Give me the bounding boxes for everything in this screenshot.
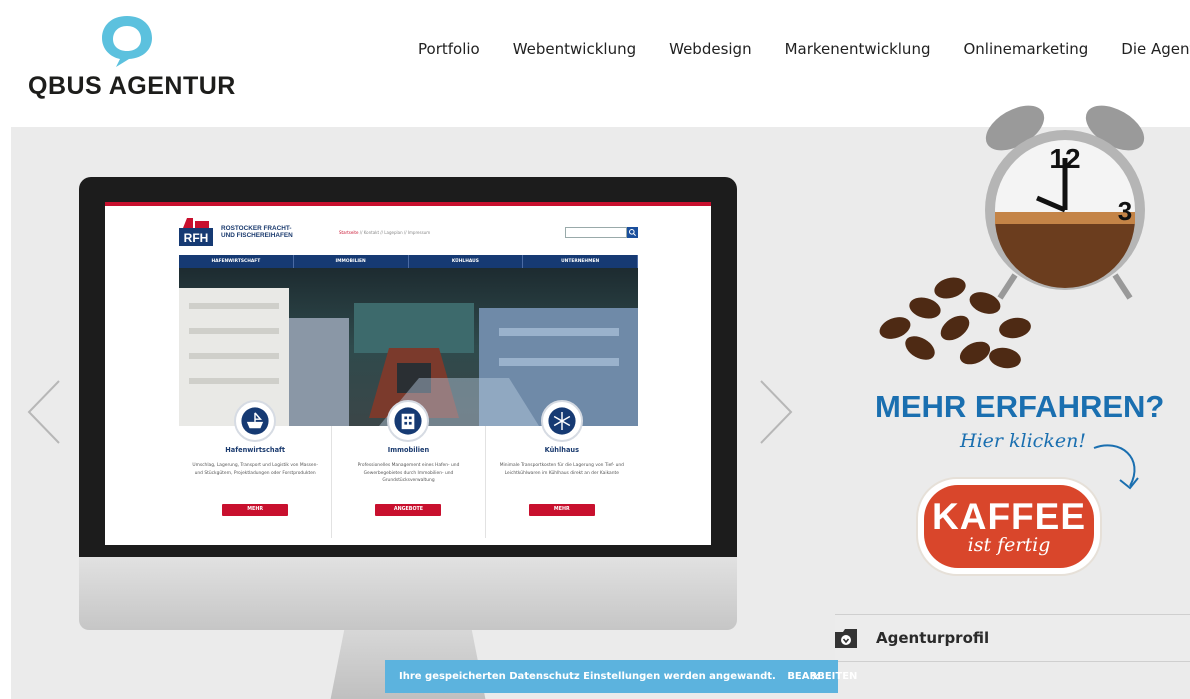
card-title: Kühlhaus xyxy=(544,446,580,454)
nav-webentwicklung[interactable]: Webentwicklung xyxy=(513,40,636,58)
qbus-logo[interactable]: QBUS AGENTUR xyxy=(28,12,238,107)
rfh-link-lageplan[interactable]: Lageplan xyxy=(384,230,402,235)
clock-number-3: 3 xyxy=(1118,196,1132,226)
cookie-close-icon[interactable]: × xyxy=(811,660,820,693)
agenturprofil-bar[interactable]: Agenturprofil xyxy=(835,614,1190,662)
folder-download-icon xyxy=(835,629,857,648)
rfh-menu: HAFENWIRTSCHAFT IMMOBILIEN KÜHLHAUS UNTE… xyxy=(179,255,638,268)
monitor-bezel: RFH ROSTOCKER FRACHT- UND FISCHEREIHAFEN… xyxy=(79,177,737,557)
rfh-name-line1: ROSTOCKER FRACHT- xyxy=(221,225,292,232)
agenturprofil-label: Agenturprofil xyxy=(876,629,990,647)
promo-headline: MEHR ERFAHREN? xyxy=(875,389,1165,424)
rfh-link-kontakt[interactable]: Kontakt xyxy=(364,230,379,235)
cookie-text: Ihre gespeicherten Datenschutz Einstellu… xyxy=(399,671,776,682)
slider-prev-arrow-icon[interactable] xyxy=(25,377,65,447)
nav-die-agentur[interactable]: Die Agentur xyxy=(1121,40,1190,58)
card-title: Immobilien xyxy=(387,446,430,454)
speech-bubble-logo-icon xyxy=(102,16,152,67)
rfh-top-links: Startseite // Kontakt // Lageplan // Imp… xyxy=(339,230,431,235)
monitor-chin xyxy=(79,552,737,630)
nav-webdesign[interactable]: Webdesign xyxy=(669,40,751,58)
rfh-service-cards: Hafenwirtschaft Umschlag, Lagerung, Tran… xyxy=(179,400,638,538)
rfh-top-stripe xyxy=(105,202,711,206)
cookie-edit-link[interactable]: BEARBEITEN xyxy=(787,671,857,682)
rfh-menu-unternehmen[interactable]: UNTERNEHMEN xyxy=(523,255,638,268)
nav-portfolio[interactable]: Portfolio xyxy=(418,40,480,58)
main-nav: Portfolio Webentwicklung Webdesign Marke… xyxy=(418,40,1190,58)
kaffee-subtitle: ist fertig xyxy=(967,534,1051,556)
imac-mockup: RFH ROSTOCKER FRACHT- UND FISCHEREIHAFEN… xyxy=(79,177,737,699)
rfh-menu-hafenwirtschaft[interactable]: HAFENWIRTSCHAFT xyxy=(179,255,294,268)
card-mehr-button[interactable]: MEHR xyxy=(528,504,595,516)
rfh-menu-immobilien[interactable]: IMMOBILIEN xyxy=(294,255,409,268)
kaffee-title: KAFFEE xyxy=(932,496,1086,537)
card-text: Minimale Transportkosten für die Lagerun… xyxy=(499,463,624,476)
rfh-search-input[interactable] xyxy=(565,227,627,238)
coffee-promo[interactable]: 12 3 MEHR ERFAHREN? Hier klicken! xyxy=(835,100,1190,600)
logo-text: QBUS AGENTUR xyxy=(28,72,236,100)
monitor-screen[interactable]: RFH ROSTOCKER FRACHT- UND FISCHEREIHAFEN… xyxy=(105,202,711,545)
building-icon xyxy=(387,400,430,442)
snowflake-icon xyxy=(540,400,583,442)
kaffee-badge[interactable]: KAFFEE ist fertig xyxy=(915,476,1103,577)
promo-subline: Hier klicken! xyxy=(960,430,1086,452)
card-text: Professionelles Management eines Hafen- … xyxy=(357,463,460,484)
ship-icon xyxy=(234,400,277,442)
card-text: Umschlag, Lagerung, Transport und Logist… xyxy=(192,463,318,476)
rfh-logo-icon: RFH xyxy=(179,218,213,246)
rfh-logo-letters: RFH xyxy=(184,231,209,245)
card-title: Hafenwirtschaft xyxy=(225,446,286,454)
rfh-name: ROSTOCKER FRACHT- UND FISCHEREIHAFEN xyxy=(221,225,293,239)
card-mehr-button[interactable]: MEHR xyxy=(222,504,289,516)
rfh-link-startseite[interactable]: Startseite xyxy=(339,230,358,235)
slider-next-arrow-icon[interactable] xyxy=(755,377,795,447)
rfh-search-icon[interactable] xyxy=(627,227,638,238)
card-kuehlhaus: Kühlhaus Minimale Transportkosten für di… xyxy=(486,400,638,538)
card-immobilien: Immobilien Professionelles Management ei… xyxy=(332,400,486,538)
card-hafenwirtschaft: Hafenwirtschaft Umschlag, Lagerung, Tran… xyxy=(179,400,333,538)
rfh-name-line2: UND FISCHEREIHAFEN xyxy=(221,232,293,239)
page: QBUS AGENTUR Portfolio Webentwicklung We… xyxy=(0,0,1190,699)
nav-markenentwicklung[interactable]: Markenentwicklung xyxy=(785,40,931,58)
card-angebote-button[interactable]: ANGEBOTE xyxy=(375,504,442,516)
coffee-beans-icon xyxy=(879,277,1031,369)
rfh-link-impressum[interactable]: Impressum xyxy=(408,230,430,235)
cookie-notice: Ihre gespeicherten Datenschutz Einstellu… xyxy=(385,660,857,693)
rfh-menu-kuehlhaus[interactable]: KÜHLHAUS xyxy=(409,255,524,268)
nav-onlinemarketing[interactable]: Onlinemarketing xyxy=(963,40,1088,58)
